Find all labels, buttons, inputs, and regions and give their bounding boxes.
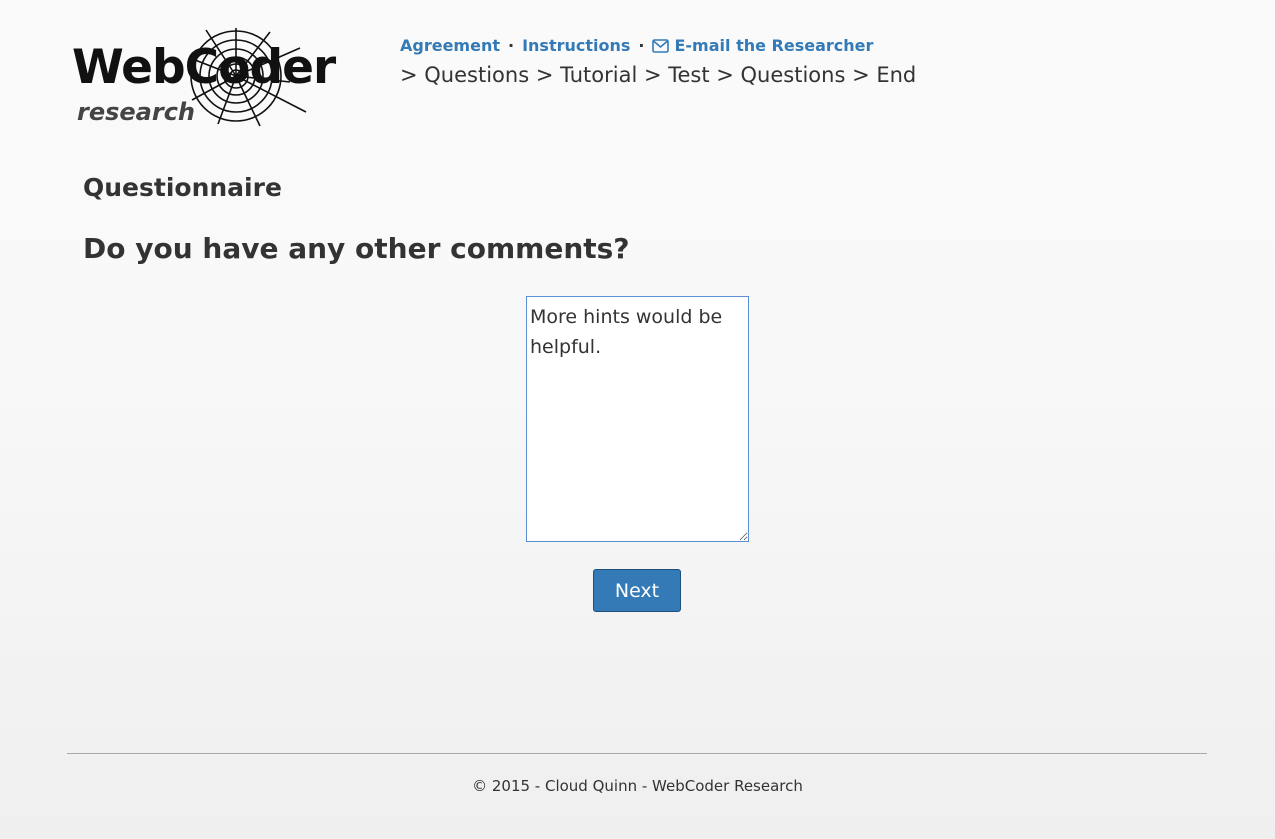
logo-wordmark: WebCoder xyxy=(72,40,336,95)
nav-separator: · xyxy=(638,36,645,55)
logo: WebCoder research xyxy=(70,26,340,128)
envelope-icon xyxy=(652,39,670,53)
section-title: Questionnaire xyxy=(83,173,282,202)
progress-breadcrumb: > Questions > Tutorial > Test > Question… xyxy=(400,63,917,87)
logo-subtitle: research xyxy=(77,98,196,126)
instructions-link[interactable]: Instructions xyxy=(522,36,630,55)
email-researcher-label: E-mail the Researcher xyxy=(674,36,874,55)
agreement-link[interactable]: Agreement xyxy=(400,36,500,55)
comment-textarea[interactable]: More hints would be helpful. xyxy=(526,296,749,542)
top-nav: Agreement · Instructions · E-mail the Resear… xyxy=(400,36,873,56)
next-button[interactable]: Next xyxy=(593,569,681,612)
footer-divider xyxy=(67,753,1207,754)
email-researcher-link[interactable]: E-mail the Researcher xyxy=(652,36,873,55)
footer-copyright: © 2015 - Cloud Quinn - WebCoder Research xyxy=(472,777,803,795)
nav-separator: · xyxy=(508,36,515,55)
question-heading: Do you have any other comments? xyxy=(83,232,630,265)
